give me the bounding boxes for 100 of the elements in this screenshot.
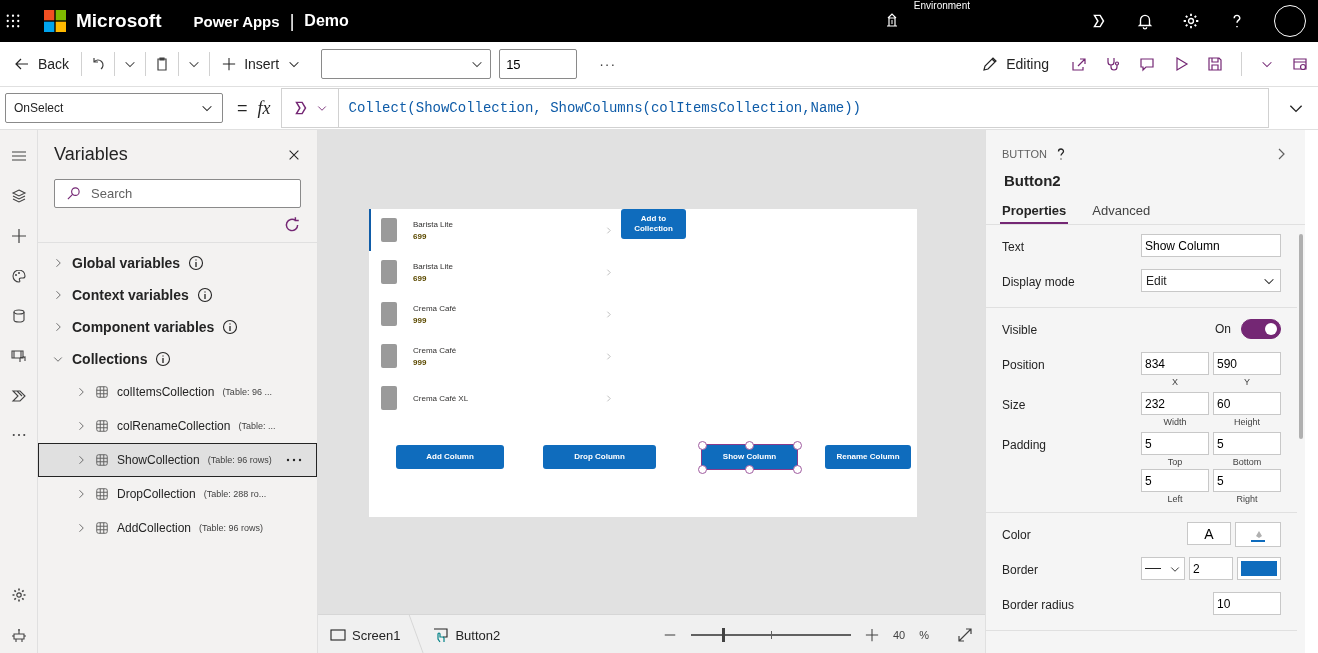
publish-icon[interactable] — [1292, 56, 1308, 72]
variable-group[interactable]: Context variables — [38, 279, 317, 311]
panel-tab[interactable]: Properties — [1000, 203, 1069, 224]
plus-icon[interactable] — [10, 228, 27, 244]
resize-handle[interactable] — [745, 464, 754, 474]
fx-label: fx — [257, 97, 271, 119]
number-field[interactable]: 232 — [1141, 392, 1209, 415]
field-caption: Width — [1163, 416, 1187, 429]
microsoft-logo-icon — [44, 10, 66, 32]
screen-breadcrumb[interactable]: Screen1 — [330, 627, 401, 643]
resize-handle[interactable] — [792, 440, 802, 450]
field-caption: Left — [1167, 493, 1183, 506]
canvas-button[interactable]: Rename Column — [825, 445, 911, 469]
info-icon — [188, 255, 205, 271]
border-radius-field[interactable]: 10 — [1213, 592, 1281, 615]
table-icon — [95, 385, 109, 399]
save-icon[interactable] — [1207, 56, 1223, 72]
gallery-item[interactable]: Barista Lite 699 — [369, 251, 617, 293]
canvas-button[interactable]: Add Column — [396, 445, 504, 469]
gallery-item[interactable]: Crema Café 999 — [369, 335, 617, 377]
visible-toggle[interactable] — [1241, 319, 1281, 339]
search-field[interactable]: Search — [54, 179, 301, 208]
panel-tab[interactable]: Advanced — [1090, 203, 1153, 224]
editing-button[interactable]: Editing — [978, 52, 1053, 76]
share-icon[interactable] — [1071, 56, 1087, 72]
product-photo — [381, 302, 397, 326]
text-field[interactable]: Show Column — [1141, 234, 1281, 257]
collection-item[interactable]: colItemsCollection (Table: 96 ... — [38, 375, 317, 409]
fit-to-window-icon[interactable] — [957, 627, 973, 643]
layers-icon[interactable] — [10, 188, 27, 204]
font-size-field[interactable]: 15 — [499, 49, 578, 79]
panel-title: Variables — [54, 144, 128, 165]
number-field[interactable]: 5 — [1213, 469, 1281, 492]
product-photo — [381, 344, 397, 368]
stethoscope-icon[interactable] — [1105, 56, 1121, 72]
product-name: Power Apps — [193, 12, 280, 30]
field-caption: X — [1172, 376, 1178, 389]
title-separator: | — [289, 10, 295, 32]
resize-handle[interactable] — [745, 440, 754, 450]
display-mode-dropdown[interactable]: Edit — [1141, 269, 1281, 292]
settings-icon[interactable] — [10, 587, 27, 603]
collection-item[interactable]: DropCollection (Table: 288 ro... — [38, 477, 317, 511]
canvas-button[interactable]: Add to Collection — [621, 209, 686, 239]
product-photo — [381, 260, 397, 284]
resize-handle[interactable] — [697, 440, 707, 450]
property-label: Size — [1002, 397, 1026, 412]
tag-icon[interactable] — [10, 388, 27, 404]
zoom-slider-thumb[interactable] — [721, 628, 725, 642]
palette-icon[interactable] — [10, 268, 27, 284]
fill-color-button[interactable] — [1235, 522, 1281, 547]
info-icon — [196, 287, 213, 303]
table-icon — [95, 453, 109, 467]
border-style-dropdown[interactable] — [1141, 557, 1185, 580]
play-icon[interactable] — [1173, 56, 1189, 72]
resize-handle[interactable] — [792, 464, 802, 474]
app-launcher-icon[interactable] — [6, 14, 20, 28]
variable-group[interactable]: Component variables — [38, 311, 317, 343]
zoom-in-icon[interactable] — [864, 628, 879, 642]
undo-icon[interactable] — [90, 56, 107, 72]
robot-icon[interactable] — [10, 627, 27, 643]
font-dropdown[interactable] — [321, 49, 492, 79]
environment-label: Environment — [913, 0, 970, 11]
gallery-item[interactable]: Crema Café XL — [369, 377, 617, 419]
chevron-right-icon — [604, 351, 613, 361]
canvas-button[interactable]: Show Column — [702, 445, 797, 469]
insert-button[interactable]: Insert — [218, 52, 306, 76]
property-dropdown[interactable]: OnSelect — [5, 93, 223, 123]
gallery-item[interactable]: Crema Café 999 — [369, 293, 617, 335]
table-icon — [95, 521, 109, 535]
gallery-item[interactable]: Barista Lite 699 — [369, 209, 617, 251]
database-icon[interactable] — [10, 308, 27, 324]
number-field[interactable]: 5 — [1213, 432, 1281, 455]
variable-group[interactable]: Collections — [38, 343, 317, 375]
notifications-icon[interactable] — [1136, 12, 1154, 30]
collection-item[interactable]: AddCollection (Table: 96 rows) — [38, 511, 317, 545]
comment-icon[interactable] — [1139, 56, 1155, 72]
media-icon[interactable] — [10, 348, 27, 364]
back-button[interactable]: Back — [10, 52, 74, 76]
collection-item[interactable]: ShowCollection (Table: 96 rows) — [38, 443, 317, 477]
control-breadcrumb[interactable]: Button2 — [433, 627, 501, 643]
product-photo — [381, 386, 397, 410]
refresh-icon[interactable] — [283, 216, 301, 234]
number-field[interactable]: 5 — [1141, 469, 1209, 492]
number-field[interactable]: 5 — [1141, 432, 1209, 455]
resize-handle[interactable] — [697, 464, 707, 474]
variable-group[interactable]: Global variables — [38, 247, 317, 279]
field-caption: Height — [1234, 416, 1260, 429]
field-caption: Right — [1236, 493, 1258, 506]
border-width-field[interactable]: 2 — [1189, 557, 1233, 580]
number-field[interactable]: 60 — [1213, 392, 1281, 415]
canvas-button[interactable]: Drop Column — [543, 445, 656, 469]
more-button[interactable]: ··· — [599, 56, 617, 72]
chevron-right-icon — [604, 309, 613, 319]
font-color-button[interactable]: A — [1187, 522, 1231, 545]
number-field[interactable]: 834 — [1141, 352, 1209, 375]
property-label: Visible — [1002, 322, 1038, 337]
plus-icon — [222, 57, 237, 71]
field-caption: Bottom — [1232, 456, 1262, 469]
number-field[interactable]: 590 — [1213, 352, 1281, 375]
collection-item[interactable]: colRenameCollection (Table: ... — [38, 409, 317, 443]
